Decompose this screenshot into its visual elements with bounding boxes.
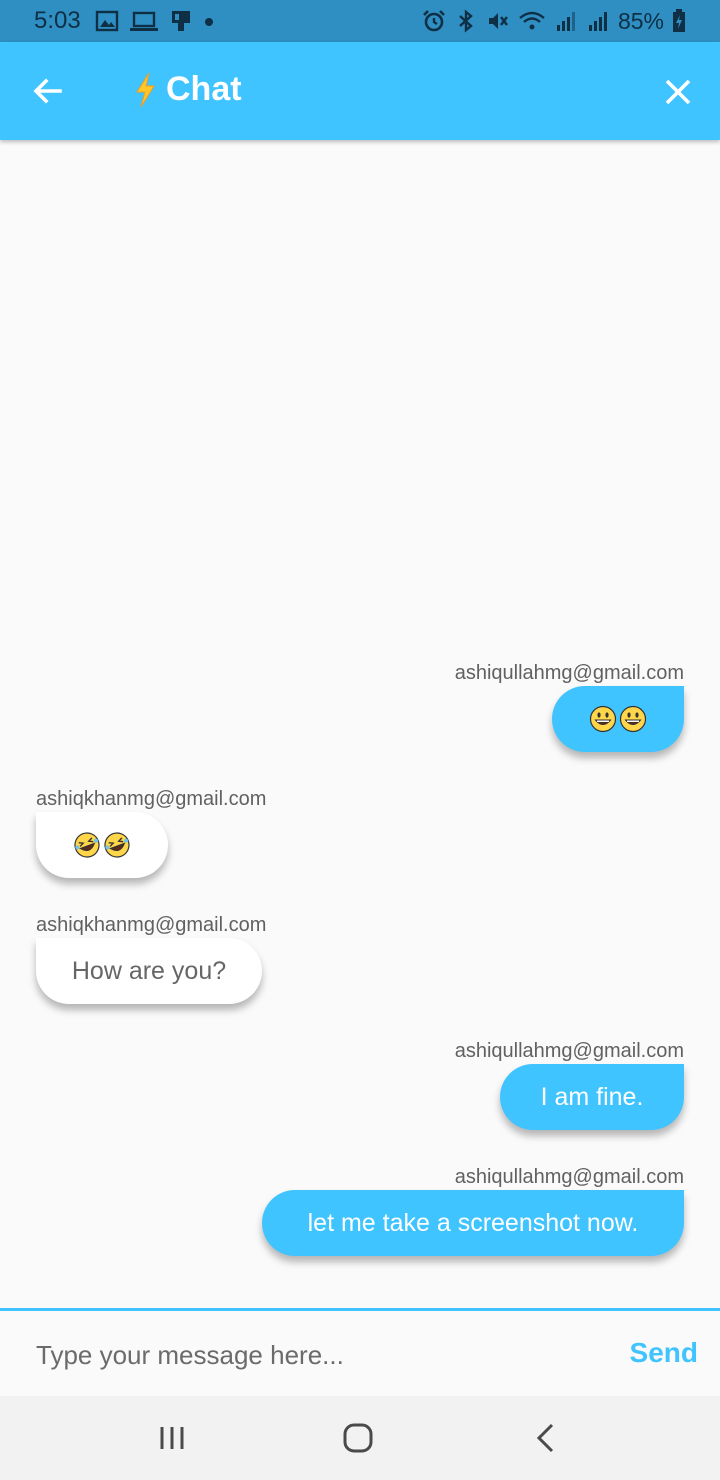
system-nav-bar (0, 1396, 720, 1480)
chat-bubble-mine[interactable] (552, 686, 684, 752)
message-sender: ashiqkhanmg@gmail.com (36, 788, 267, 810)
message-sender: ashiqkhanmg@gmail.com (36, 914, 267, 936)
grinning-face-icon (589, 705, 617, 733)
page-title: Chat (166, 70, 242, 108)
status-right-icons: 85% (422, 8, 686, 35)
home-icon[interactable] (338, 1418, 378, 1458)
send-button[interactable]: Send (630, 1337, 698, 1369)
dot-icon (203, 9, 215, 33)
message-text: let me take a screenshot now. (307, 1208, 639, 1237)
cast-icon (169, 9, 193, 33)
signal-icon (554, 9, 578, 33)
lightning-bolt-icon (132, 72, 160, 108)
status-time: 5:03 (34, 7, 81, 34)
rofl-face-icon (73, 831, 101, 859)
wifi-icon (518, 9, 546, 33)
close-icon[interactable] (662, 76, 694, 108)
message-text: I am fine. (540, 1082, 644, 1111)
app-title-group: Chat (132, 70, 242, 109)
message-input[interactable] (36, 1335, 596, 1375)
message-sender: ashiqullahmg@gmail.com (454, 662, 684, 684)
chat-bubble-mine[interactable]: let me take a screenshot now. (262, 1190, 684, 1256)
back-icon[interactable] (526, 1418, 566, 1458)
rofl-face-icon (103, 831, 131, 859)
message-sender: ashiqullahmg@gmail.com (454, 1166, 684, 1188)
bluetooth-icon (454, 9, 478, 33)
signal-icon (586, 9, 610, 33)
message-sender: ashiqullahmg@gmail.com (454, 1040, 684, 1062)
grinning-face-icon (619, 705, 647, 733)
laptop-icon (129, 9, 159, 33)
app-bar: Chat (0, 42, 720, 140)
recents-icon[interactable] (152, 1418, 192, 1458)
message-composer: Send (0, 1308, 720, 1396)
chat-messages[interactable]: ashiqullahmg@gmail.com ashiqkhanmg@gmail… (0, 140, 720, 1308)
image-icon (95, 9, 119, 33)
alarm-icon (422, 9, 446, 33)
status-left-icons (95, 9, 215, 33)
status-bar: 5:03 85% (0, 0, 720, 42)
chat-bubble-mine[interactable]: I am fine. (500, 1064, 684, 1130)
battery-charging-icon (672, 9, 686, 33)
chat-bubble-theirs[interactable]: How are you? (36, 938, 262, 1004)
chat-bubble-theirs[interactable] (36, 812, 168, 878)
arrow-left-icon[interactable] (30, 73, 66, 109)
mute-icon (486, 9, 510, 33)
battery-percent: 85% (617, 7, 664, 34)
message-text: How are you? (71, 956, 227, 985)
